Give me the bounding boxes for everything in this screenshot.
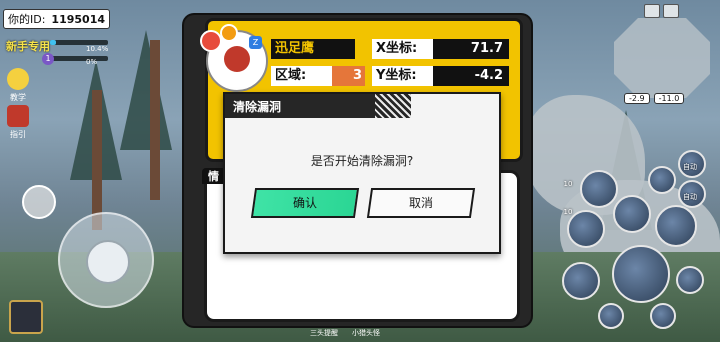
header-light <box>411 94 499 118</box>
skill-cross-button[interactable] <box>655 205 697 247</box>
auto-skill-label-1: 自动 <box>683 163 697 171</box>
player-id-badge: 你的ID: 1195014 <box>3 9 110 29</box>
y-coord-label: Y坐标: <box>372 66 436 86</box>
energy-bar <box>50 56 108 61</box>
fire-element-icon <box>200 30 222 52</box>
region-value: 3 <box>332 66 365 86</box>
x-coord-value: 71.7 <box>433 39 509 59</box>
top-right-controls <box>644 4 679 18</box>
target-name: 迅足鹰 <box>271 39 355 59</box>
header-pattern <box>375 94 411 118</box>
confirm-button[interactable]: 确认 <box>250 188 360 218</box>
teach-button[interactable]: 教学 <box>6 68 30 103</box>
confirm-label: 确认 <box>292 196 317 210</box>
cancel-label: 取消 <box>408 196 433 210</box>
craft-button[interactable] <box>9 300 43 334</box>
main-attack-button[interactable] <box>612 245 670 303</box>
region-label: 区域: <box>271 66 335 86</box>
energy-bar-label: 0% <box>86 58 98 66</box>
skill-blue-button[interactable] <box>650 303 676 329</box>
player-level-chip: 1 <box>42 53 54 65</box>
teach-label: 教学 <box>10 93 26 102</box>
auto-skill-label-2: 自动 <box>683 193 697 201</box>
dialog-header: 清除漏洞 <box>225 94 499 118</box>
bottom-labels: 三头提醒 小猎头怪 <box>310 328 380 338</box>
player-id-value: 1195014 <box>51 13 105 26</box>
minimap-coord-y: -11.0 <box>653 93 685 104</box>
bottom-label-2: 小猎头怪 <box>352 329 380 337</box>
lightbulb-icon <box>7 68 29 90</box>
menu-button[interactable] <box>663 4 679 18</box>
dialog-message: 是否开始清除漏洞? <box>310 154 414 168</box>
skill-level-b: 10 <box>563 208 573 216</box>
movement-joystick[interactable] <box>58 212 154 308</box>
monster-icon <box>224 46 250 72</box>
bottom-label-1: 三头提醒 <box>310 329 338 337</box>
minimap[interactable] <box>614 18 710 98</box>
cancel-button[interactable]: 取消 <box>366 188 476 218</box>
player-id-label: 你的ID: <box>8 13 46 26</box>
exp-bar-label: 10.4% <box>86 45 109 53</box>
guide-button[interactable]: 指引 <box>6 105 30 140</box>
minimap-coord-x: -2.9 <box>624 93 650 104</box>
skill-level-a: 10 <box>563 180 573 188</box>
skill-sun-button[interactable] <box>562 262 600 300</box>
y-coord-value: -4.2 <box>433 66 509 86</box>
mail-button[interactable] <box>644 4 660 18</box>
z-badge: Z <box>249 36 262 49</box>
tree-trunk <box>150 40 160 200</box>
joystick-knob[interactable] <box>86 240 130 284</box>
newbie-tag: 新手专用 <box>6 40 50 53</box>
skill-bee-button[interactable] <box>598 303 624 329</box>
dialog-title: 清除漏洞 <box>233 100 282 114</box>
bag-button[interactable] <box>22 185 56 219</box>
skill-small-button[interactable] <box>676 266 704 294</box>
pine-tree <box>120 30 172 150</box>
level-badge-icon <box>220 24 238 42</box>
clear-bug-dialog: 清除漏洞 是否开始清除漏洞? 确认 取消 <box>223 92 501 254</box>
book-icon <box>7 105 29 127</box>
x-coord-label: X坐标: <box>372 39 436 59</box>
skill-slash-button[interactable] <box>580 170 618 208</box>
guide-label: 指引 <box>10 130 26 139</box>
minimap-coords: -2.9 -11.0 <box>624 93 685 104</box>
pet-skill-button[interactable] <box>648 166 676 194</box>
tree-trunk <box>92 90 102 230</box>
skill-wind-button[interactable] <box>613 195 651 233</box>
